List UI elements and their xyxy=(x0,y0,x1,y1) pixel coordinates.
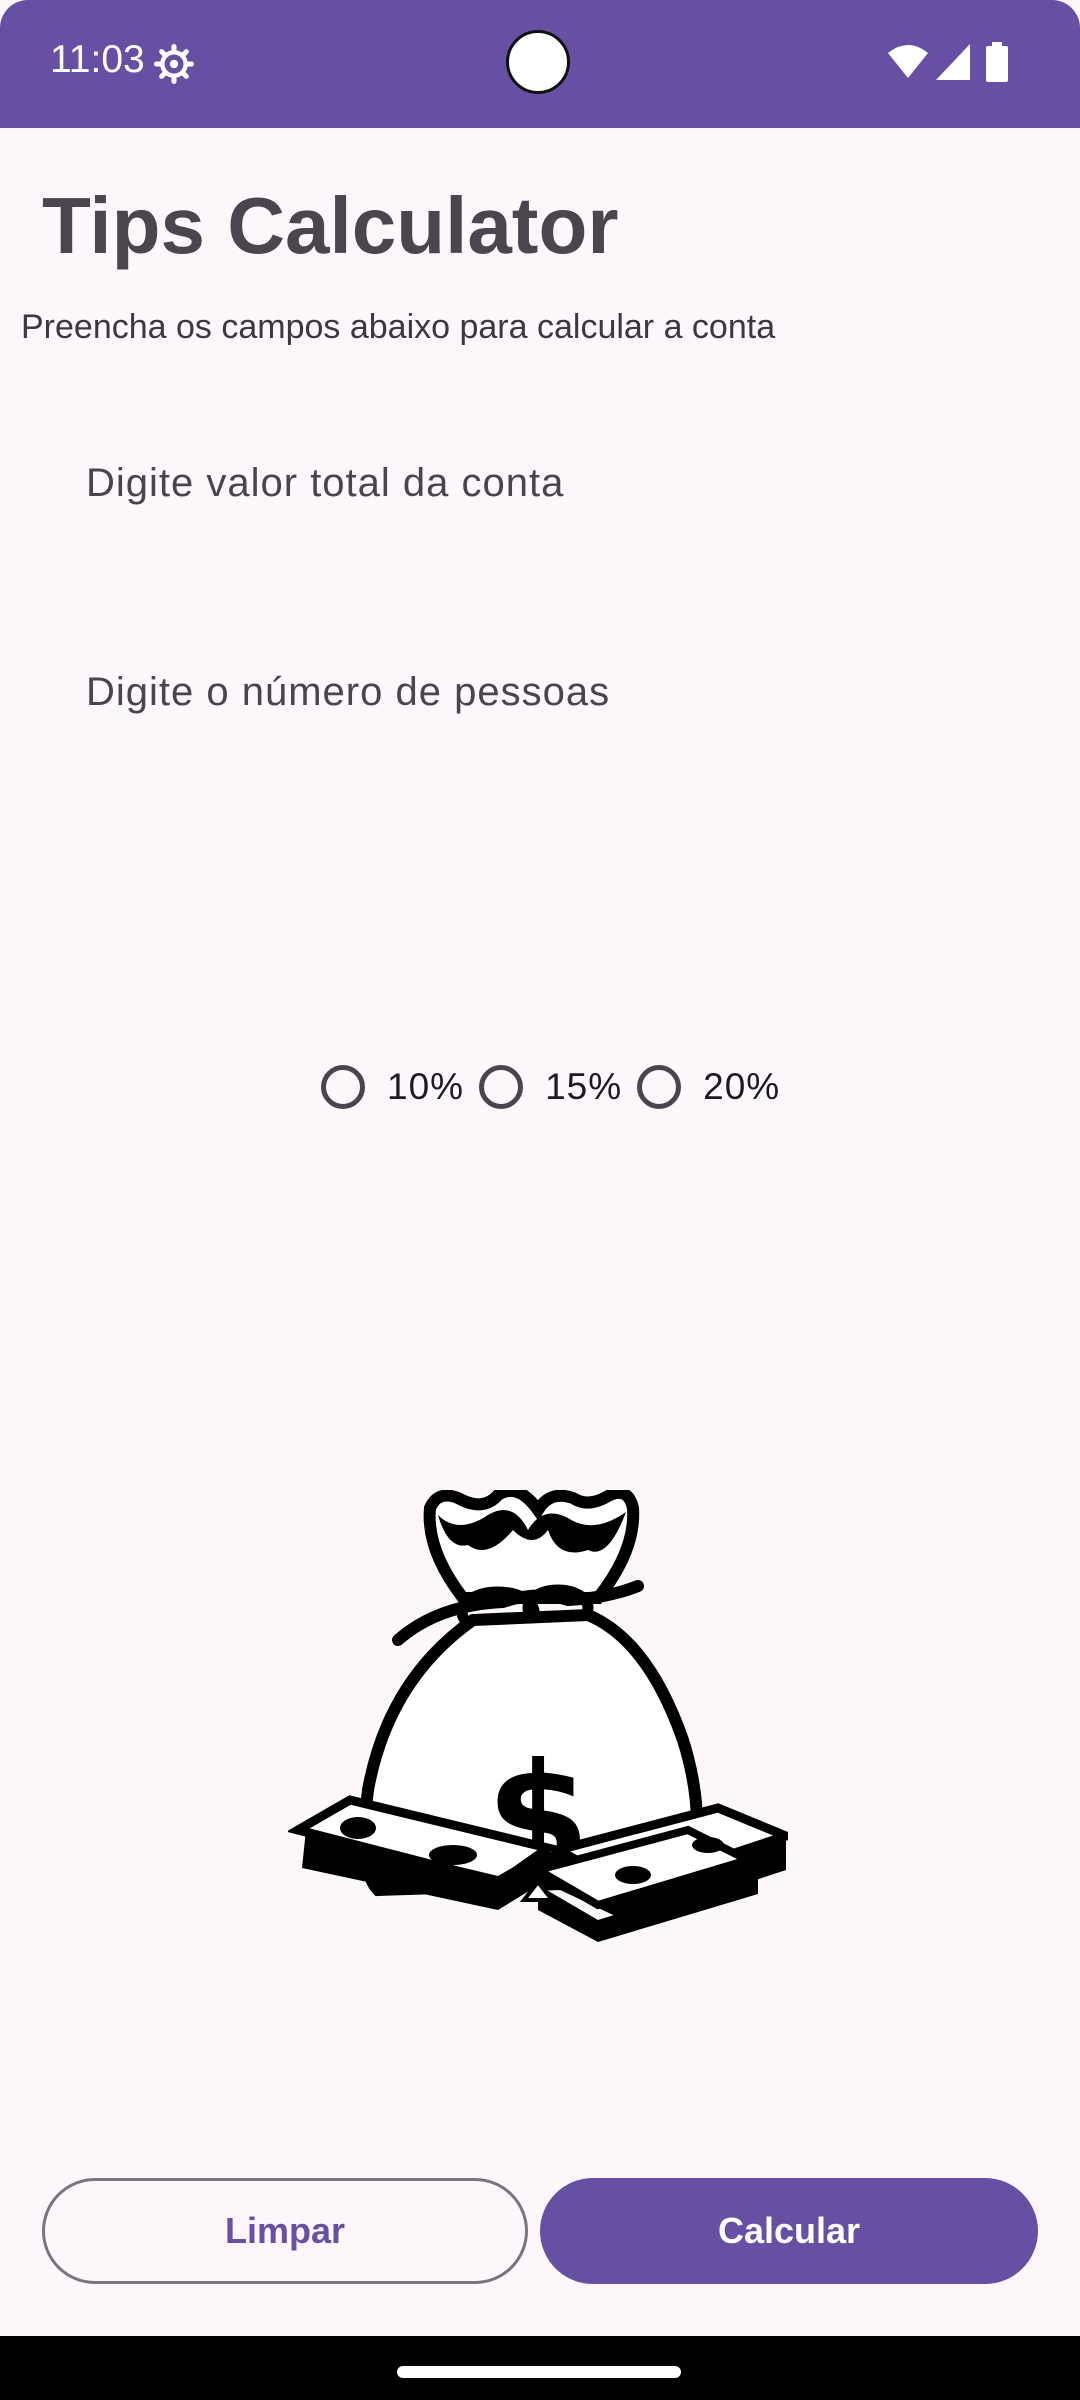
page-subtitle: Preencha os campos abaixo para calcular … xyxy=(21,308,776,346)
status-time: 11:03 xyxy=(50,38,145,81)
total-amount-input[interactable] xyxy=(62,423,1002,543)
tip-option-label: 20% xyxy=(703,1066,781,1107)
radio-button[interactable] xyxy=(637,1065,682,1109)
battery-icon xyxy=(986,42,1008,82)
home-gesture-handle[interactable] xyxy=(397,2366,681,2378)
money-bag-icon: $ xyxy=(288,1490,788,1942)
signal-icon xyxy=(936,44,970,80)
tip-option-label: 15% xyxy=(545,1066,623,1107)
radio-button[interactable] xyxy=(321,1065,365,1109)
page-title: Tips Calculator xyxy=(42,181,619,270)
tip-percentage-radio-group: 10% 15% 20% xyxy=(321,1057,795,1117)
camera-cutout xyxy=(506,30,570,94)
wifi-icon xyxy=(888,45,928,78)
tip-option-label: 10% xyxy=(387,1066,465,1107)
tip-option-10[interactable]: 10% xyxy=(321,1065,464,1109)
settings-gear-icon xyxy=(154,44,194,84)
calculate-button[interactable]: Calcular xyxy=(540,2178,1038,2284)
status-bar: 11:03 xyxy=(0,0,1080,128)
clear-button[interactable]: Limpar xyxy=(42,2178,528,2284)
radio-button[interactable] xyxy=(479,1065,524,1109)
people-count-input[interactable] xyxy=(62,632,1002,752)
tip-option-15[interactable]: 15% xyxy=(479,1065,622,1109)
tip-option-20[interactable]: 20% xyxy=(637,1065,780,1109)
